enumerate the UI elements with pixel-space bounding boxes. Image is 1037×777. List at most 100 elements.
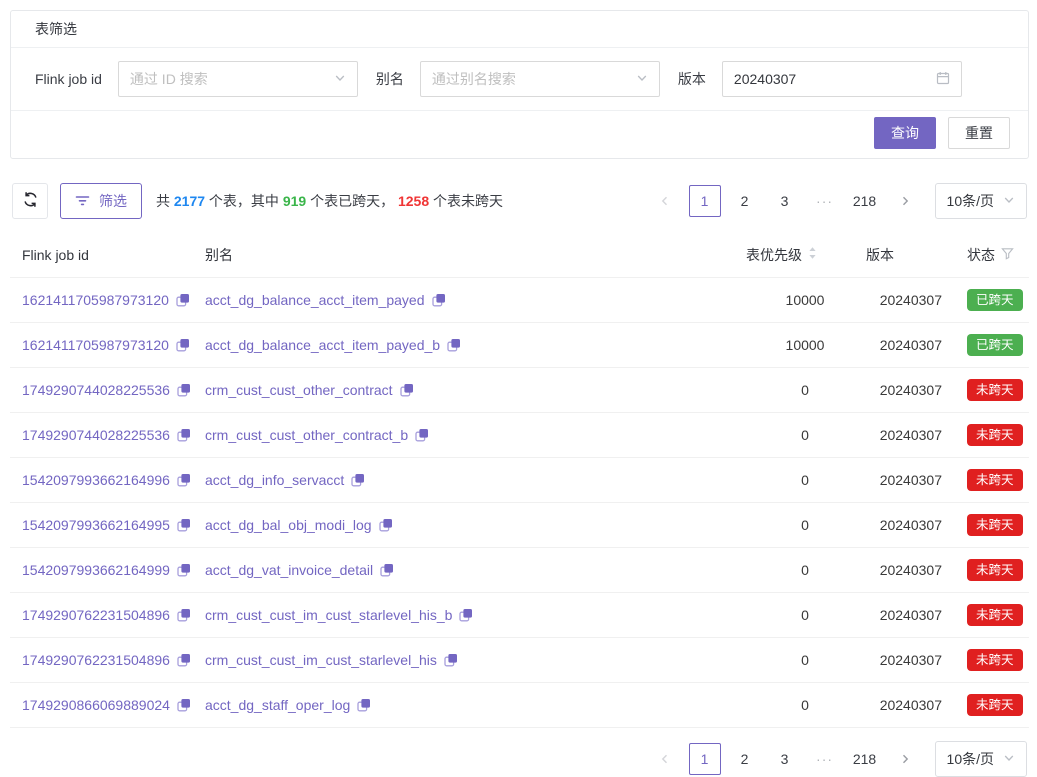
copy-icon[interactable]: [177, 563, 191, 577]
toolbar: 筛选 共 2177 个表，其中 919 个表已跨天， 1258 个表未跨天 12…: [10, 183, 1029, 219]
status-badge: 已跨天: [967, 334, 1023, 356]
copy-icon[interactable]: [177, 698, 191, 712]
copy-icon[interactable]: [432, 293, 446, 307]
table-row: 1542097993662164996 acct_dg_info_servacct…: [10, 457, 1029, 502]
pagination-page-2[interactable]: 2: [729, 743, 761, 775]
pagination-page-1[interactable]: 1: [689, 185, 721, 217]
flink-job-id-link[interactable]: 1749290744028225536: [22, 382, 191, 398]
pagination-ellipsis[interactable]: ···: [809, 743, 841, 775]
calendar-icon: [936, 71, 950, 88]
page-size-value: 10条/页: [947, 191, 994, 211]
copy-icon[interactable]: [177, 428, 191, 442]
version-value: 20240307: [865, 412, 943, 457]
sort-icon[interactable]: [808, 246, 817, 263]
filter-button[interactable]: 筛选: [60, 183, 142, 219]
chevron-down-icon: [1003, 193, 1015, 209]
alias-link[interactable]: acct_dg_staff_oper_log: [205, 697, 371, 713]
query-button[interactable]: 查询: [874, 117, 936, 149]
refresh-button[interactable]: [12, 183, 48, 219]
pagination-page-3[interactable]: 3: [769, 743, 801, 775]
version-value: 20240307: [865, 547, 943, 592]
column-filter-icon[interactable]: [1001, 247, 1014, 263]
filter-lines-icon: [75, 193, 90, 210]
filter-row: Flink job id 通过 ID 搜索 别名 通过别名搜索: [11, 48, 1028, 111]
page-size-select[interactable]: 10条/页: [935, 741, 1027, 777]
copy-icon[interactable]: [177, 608, 191, 622]
priority-value: 0: [745, 592, 865, 637]
flink-job-id-link[interactable]: 1621411705987973120: [22, 292, 190, 308]
copy-icon[interactable]: [177, 653, 191, 667]
version-value: 20240307: [865, 457, 943, 502]
tables-table: Flink job id 别名 表优先级 版本: [10, 233, 1029, 728]
version-value: 20240307: [865, 592, 943, 637]
alias-link[interactable]: crm_cust_cust_other_contract_b: [205, 427, 429, 443]
flink-job-id-link[interactable]: 1542097993662164999: [22, 562, 191, 578]
version-date-value: 20240307: [734, 71, 796, 87]
priority-value: 10000: [745, 277, 865, 322]
copy-icon[interactable]: [447, 338, 461, 352]
version-value: 20240307: [865, 277, 943, 322]
priority-value: 0: [745, 412, 865, 457]
copy-icon[interactable]: [357, 698, 371, 712]
reset-button[interactable]: 重置: [948, 117, 1010, 149]
pagination-prev[interactable]: [649, 185, 681, 217]
copy-icon[interactable]: [444, 653, 458, 667]
copy-icon[interactable]: [379, 518, 393, 532]
flink-job-id-link[interactable]: 1542097993662164996: [22, 472, 191, 488]
column-header-status: 状态: [943, 233, 1029, 277]
alias-link[interactable]: crm_cust_cust_im_cust_starlevel_his: [205, 652, 458, 668]
pagination-next[interactable]: [889, 185, 921, 217]
copy-icon[interactable]: [415, 428, 429, 442]
page-size-select[interactable]: 10条/页: [935, 183, 1027, 219]
page: 表筛选 Flink job id 通过 ID 搜索 别名 通过别名搜索: [0, 0, 1037, 777]
pagination-prev[interactable]: [649, 743, 681, 775]
copy-icon[interactable]: [380, 563, 394, 577]
copy-icon[interactable]: [351, 473, 365, 487]
flink-job-id-link[interactable]: 1542097993662164995: [22, 517, 191, 533]
flink-job-id-link[interactable]: 1749290762231504896: [22, 652, 191, 668]
alias-link[interactable]: acct_dg_balance_acct_item_payed: [205, 292, 446, 308]
pagination-next[interactable]: [889, 743, 921, 775]
column-header-priority[interactable]: 表优先级: [745, 233, 865, 277]
pagination-page-3[interactable]: 3: [769, 185, 801, 217]
alias-link[interactable]: acct_dg_vat_invoice_detail: [205, 562, 394, 578]
flink-job-id-link[interactable]: 1749290762231504896: [22, 607, 191, 623]
pagination-ellipsis[interactable]: ···: [809, 185, 841, 217]
version-date-picker[interactable]: 20240307: [722, 61, 962, 97]
status-badge: 未跨天: [967, 694, 1023, 716]
alias-value: crm_cust_cust_im_cust_starlevel_his_b: [205, 607, 452, 623]
pagination-page-218[interactable]: 218: [849, 185, 881, 217]
flink-job-id-value: 1749290744028225536: [22, 382, 170, 398]
pagination-page-2[interactable]: 2: [729, 185, 761, 217]
pagination-page-218[interactable]: 218: [849, 743, 881, 775]
alias-link[interactable]: acct_dg_info_servacct: [205, 472, 365, 488]
copy-icon[interactable]: [400, 383, 414, 397]
alias-link[interactable]: crm_cust_cust_im_cust_starlevel_his_b: [205, 607, 473, 623]
total-count: 2177: [174, 193, 205, 209]
flink-job-id-value: 1621411705987973120: [22, 292, 169, 308]
filter-actions: 查询 重置: [11, 111, 1028, 158]
alias-select[interactable]: 通过别名搜索: [420, 61, 660, 97]
alias-link[interactable]: acct_dg_balance_acct_item_payed_b: [205, 337, 461, 353]
alias-value: acct_dg_vat_invoice_detail: [205, 562, 373, 578]
flink-job-id-link[interactable]: 1749290866069889024: [22, 697, 191, 713]
copy-icon[interactable]: [177, 518, 191, 532]
copy-icon[interactable]: [177, 383, 191, 397]
copy-icon[interactable]: [176, 338, 190, 352]
alias-link[interactable]: crm_cust_cust_other_contract: [205, 382, 414, 398]
copy-icon[interactable]: [177, 473, 191, 487]
flink-job-id-value: 1749290762231504896: [22, 652, 170, 668]
pagination-page-1[interactable]: 1: [689, 743, 721, 775]
copy-icon[interactable]: [176, 293, 190, 307]
priority-value: 0: [745, 682, 865, 727]
alias-link[interactable]: acct_dg_bal_obj_modi_log: [205, 517, 393, 533]
copy-icon[interactable]: [459, 608, 473, 622]
flink-job-id-select[interactable]: 通过 ID 搜索: [118, 61, 358, 97]
field-flink-job-id: Flink job id 通过 ID 搜索: [35, 61, 358, 97]
table-row: 1749290866069889024 acct_dg_staff_oper_lo…: [10, 682, 1029, 727]
flink-job-id-link[interactable]: 1621411705987973120: [22, 337, 190, 353]
refresh-icon: [22, 191, 39, 211]
alias-label: 别名: [376, 69, 404, 89]
flink-job-id-link[interactable]: 1749290744028225536: [22, 427, 191, 443]
alias-value: acct_dg_info_servacct: [205, 472, 344, 488]
